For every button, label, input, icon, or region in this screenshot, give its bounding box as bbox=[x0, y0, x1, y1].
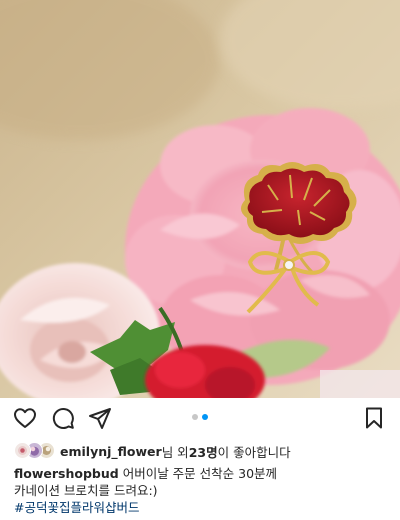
caption-line-1: flowershopbud 어버이날 주문 선착순 30분께 bbox=[14, 465, 390, 482]
carousel-dot-active bbox=[202, 414, 208, 420]
caption-text-1: 어버이날 주문 선착순 30분께 bbox=[118, 466, 278, 481]
carousel-dot bbox=[192, 414, 198, 420]
likes-text-after: 이 좋아합니다 bbox=[217, 444, 291, 460]
post-caption: flowershopbud 어버이날 주문 선착순 30분께 카네이션 브로치를… bbox=[14, 465, 390, 516]
caption-hashtag[interactable]: #공덕꽃집플라워샵버드 bbox=[14, 499, 390, 516]
caption-username[interactable]: flowershopbud bbox=[14, 466, 119, 481]
post-image[interactable] bbox=[0, 0, 400, 398]
carousel-indicator bbox=[192, 414, 208, 420]
likes-row: emilynj_flower 님 외 23명 이 좋아합니다 bbox=[14, 441, 291, 461]
liker-avatars[interactable] bbox=[14, 442, 56, 460]
bookmark-icon[interactable] bbox=[362, 406, 386, 430]
carnation-brooch-photo bbox=[0, 0, 400, 398]
avatar bbox=[14, 442, 31, 459]
heart-icon[interactable] bbox=[13, 406, 37, 430]
liker-username[interactable]: emilynj_flower bbox=[60, 444, 162, 459]
likes-count[interactable]: 23명 bbox=[189, 442, 218, 461]
comment-icon[interactable] bbox=[51, 406, 75, 430]
likes-text-before: 님 외 bbox=[161, 444, 189, 460]
caption-text-2: 카네이션 브로치를 드려요:) bbox=[14, 483, 158, 498]
paper-plane-icon[interactable] bbox=[88, 406, 112, 430]
